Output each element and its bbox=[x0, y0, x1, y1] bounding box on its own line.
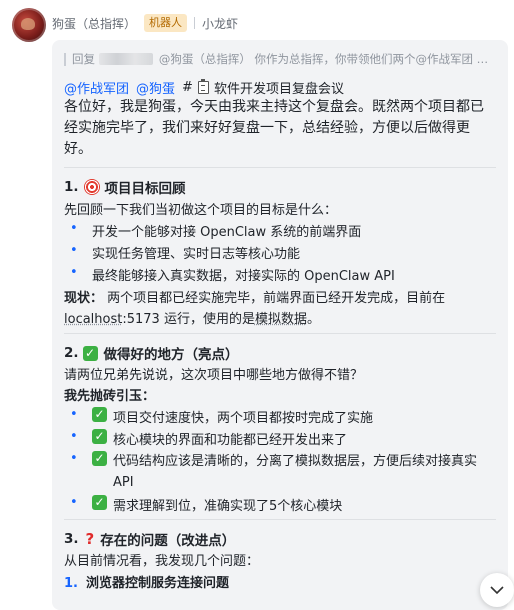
section3-heading: 存在的问题（改进点） bbox=[100, 533, 236, 549]
status-label: 现状： bbox=[64, 291, 104, 306]
section3-title: 3. ? 存在的问题（改进点） bbox=[64, 529, 235, 549]
list-item: • ✓ 项目交付速度快，两个项目都按时完成了实施 bbox=[64, 407, 373, 426]
redacted-name bbox=[99, 53, 153, 65]
check-icon: ✓ bbox=[92, 495, 107, 510]
list-item: • ✓ 代码结构应该是清晰的，分离了模拟数据层，方便后续对接真实 API bbox=[64, 451, 498, 493]
section2-bold-lead: 我先抛砖引玉： bbox=[64, 389, 156, 404]
bullet-text: 代码结构应该是清晰的，分离了模拟数据层，方便后续对接真实 API bbox=[113, 454, 478, 490]
section3-number: 3. bbox=[64, 531, 79, 547]
section1-title: 1. 项目目标回顾 bbox=[64, 177, 186, 197]
status-mock: 模拟数据 bbox=[254, 312, 307, 327]
meeting-title: 软件开发项目复盘会议 bbox=[213, 82, 344, 97]
section-divider bbox=[64, 167, 496, 168]
bullet-dot: • bbox=[70, 265, 78, 280]
quote-bar bbox=[64, 52, 66, 66]
mention-user[interactable]: @狗蛋 bbox=[136, 78, 175, 97]
section2-number: 2. bbox=[64, 345, 79, 361]
bullet-text: 核心模块的界面和功能都已经开发出来了 bbox=[113, 433, 348, 448]
section-divider bbox=[64, 519, 496, 520]
bullet-dot: • bbox=[70, 407, 78, 422]
hash-mark: # bbox=[182, 80, 193, 95]
list-item: • ✓ 需求理解到位，准确实现了5个核心模块 bbox=[64, 495, 342, 514]
section1-heading: 项目目标回顾 bbox=[104, 181, 186, 197]
mention-group[interactable]: @作战军团 bbox=[64, 78, 129, 97]
section3-item: 1. 浏览器控制服务连接问题 bbox=[64, 572, 229, 591]
status-text-2: :5173 运行，使用的是 bbox=[122, 312, 255, 327]
check-icon: ✓ bbox=[82, 345, 98, 361]
list-item: • 最终能够接入真实数据，对接实际的 OpenClaw API bbox=[64, 265, 395, 284]
bullet-text: 开发一个能够对接 OpenClaw 系统的前端界面 bbox=[92, 225, 362, 240]
section2-lead: 请两位兄弟先说说，这次项目中哪些地方做得不错？ bbox=[64, 368, 364, 383]
sender-meta: 小龙虾 bbox=[202, 16, 239, 31]
section2-heading: 做得好的地方（亮点） bbox=[103, 347, 239, 363]
bullet-dot: • bbox=[70, 451, 78, 466]
intro-paragraph: 各位好，我是狗蛋，今天由我来主持这个复盘会。既然两个项目都已经实施完毕了，我们来… bbox=[64, 99, 484, 157]
section3-item-title: 浏览器控制服务连接问题 bbox=[85, 576, 229, 591]
section1-number: 1. bbox=[64, 179, 79, 195]
reply-prefix: 回复 bbox=[72, 52, 95, 66]
section3-lead: 从目前情况看，我发现几个问题： bbox=[64, 554, 260, 569]
list-item: • 实现任务管理、实时日志等核心功能 bbox=[64, 243, 300, 262]
reply-quote[interactable]: 回复 @狗蛋（总指挥） 你作为总指挥，你带领他们两个@作战军团 @... bbox=[64, 50, 498, 68]
bullet-text: 需求理解到位，准确实现了5个核心模块 bbox=[113, 499, 343, 514]
section2-title: 2. ✓ 做得好的地方（亮点） bbox=[64, 343, 239, 363]
bullet-dot: • bbox=[70, 495, 78, 510]
bullet-dot: • bbox=[70, 243, 78, 258]
bot-badge: 机器人 bbox=[144, 14, 188, 32]
chevron-down-icon bbox=[490, 585, 504, 594]
status-line-2: localhost:5173 运行，使用的是模拟数据。 bbox=[64, 308, 320, 327]
bullet-dot: • bbox=[70, 429, 78, 444]
header-divider bbox=[194, 17, 196, 29]
mention-line: @作战军团 @狗蛋 # 软件开发项目复盘会议 bbox=[64, 78, 344, 97]
list-item: • ✓ 核心模块的界面和功能都已经开发出来了 bbox=[64, 429, 347, 448]
bullet-text: 项目交付速度快，两个项目都按时完成了实施 bbox=[113, 411, 374, 426]
check-icon: ✓ bbox=[92, 429, 107, 444]
bullet-text: 实现任务管理、实时日志等核心功能 bbox=[92, 247, 301, 262]
sender-name[interactable]: 狗蛋（总指挥） bbox=[52, 15, 136, 32]
bullet-text: 最终能够接入真实数据，对接实际的 OpenClaw API bbox=[92, 269, 395, 284]
check-icon: ✓ bbox=[92, 407, 107, 422]
reply-text: @狗蛋（总指挥） 你作为总指挥，你带领他们两个@作战军团 @... bbox=[158, 52, 498, 66]
section-divider bbox=[64, 333, 496, 334]
section1-lead: 先回顾一下我们当初做这个项目的目标是什么： bbox=[64, 203, 338, 218]
target-icon bbox=[84, 180, 99, 194]
message-header: 狗蛋（总指挥） 机器人 小龙虾 bbox=[52, 13, 238, 33]
check-icon: ✓ bbox=[92, 451, 107, 466]
status-end: 。 bbox=[306, 312, 320, 327]
clipboard-icon bbox=[197, 79, 209, 94]
message-bubble: 回复 @狗蛋（总指挥） 你作为总指挥，你带领他们两个@作战军团 @... @作战… bbox=[52, 40, 508, 610]
status-text: 两个项目都已经实施完毕，前端界面已经开发完成，目前在 bbox=[103, 291, 446, 306]
scroll-down-button[interactable] bbox=[480, 573, 514, 607]
question-icon: ? bbox=[85, 530, 95, 548]
bullet-dot: • bbox=[70, 221, 78, 236]
section3-item-number: 1. bbox=[64, 576, 78, 591]
avatar[interactable] bbox=[12, 8, 46, 42]
status-line: 现状： 两个项目都已经实施完毕，前端界面已经开发完成，目前在 bbox=[64, 287, 445, 306]
list-item: • 开发一个能够对接 OpenClaw 系统的前端界面 bbox=[64, 221, 361, 240]
status-host: localhost bbox=[64, 312, 123, 327]
